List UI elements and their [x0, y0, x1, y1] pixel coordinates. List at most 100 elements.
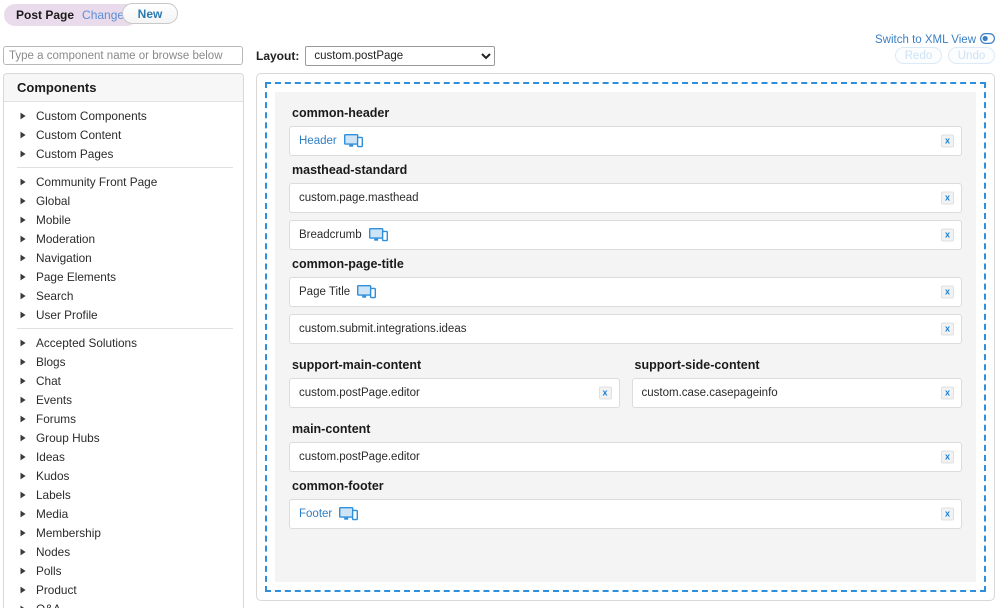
sidebar-item-label: Chat [36, 373, 61, 388]
component-name-label: Breadcrumb [299, 229, 362, 241]
sidebar-item-label: Product [36, 582, 77, 597]
sidebar-item-custom-components[interactable]: Custom Components [4, 106, 243, 125]
sidebar-item-navigation[interactable]: Navigation [4, 248, 243, 267]
layout-component-row[interactable]: Footer x [289, 499, 962, 529]
sidebar-item-polls[interactable]: Polls [4, 561, 243, 580]
change-page-link[interactable]: Change [82, 8, 124, 22]
layout-section-title: common-footer [292, 479, 384, 493]
layout-component-row[interactable]: Page Title x [289, 277, 962, 307]
sidebar-item-accepted-solutions[interactable]: Accepted Solutions [4, 333, 243, 352]
layout-section-title: support-main-content [292, 358, 422, 372]
sidebar-item-search[interactable]: Search [4, 286, 243, 305]
sidebar-item-mobile[interactable]: Mobile [4, 210, 243, 229]
chevron-right-icon [20, 197, 30, 205]
component-name-label[interactable]: Footer [299, 508, 332, 520]
layout-sections-container: common-header Header x masthead-standard cus… [275, 92, 976, 582]
sidebar-item-community-front-page[interactable]: Community Front Page [4, 172, 243, 191]
sidebar-item-label: Search [36, 288, 74, 303]
layout-component-row[interactable]: Breadcrumb x [289, 220, 962, 250]
chevron-right-icon [20, 150, 30, 158]
layout-component-row[interactable]: custom.postPage.editor x [289, 442, 962, 472]
sidebar-item-moderation[interactable]: Moderation [4, 229, 243, 248]
sidebar-item-label: Nodes [36, 544, 71, 559]
sidebar-item-blogs[interactable]: Blogs [4, 352, 243, 371]
sidebar-item-membership[interactable]: Membership [4, 523, 243, 542]
remove-component-button[interactable]: x [941, 285, 954, 299]
chevron-right-icon [20, 216, 30, 224]
split-section-column: support-side-content custom.case.casepage… [631, 351, 962, 415]
component-search-input[interactable] [3, 46, 243, 65]
sidebar-item-custom-content[interactable]: Custom Content [4, 125, 243, 144]
sidebar-item-label: Community Front Page [36, 174, 158, 189]
layout-drop-zone[interactable]: common-header Header x masthead-standard cus… [265, 82, 986, 592]
sidebar-item-ideas[interactable]: Ideas [4, 447, 243, 466]
layout-section-title: common-page-title [292, 257, 404, 271]
remove-component-button[interactable]: x [941, 228, 954, 242]
sidebar-item-events[interactable]: Events [4, 390, 243, 409]
sidebar-item-label: Custom Content [36, 127, 122, 142]
sidebar-item-nodes[interactable]: Nodes [4, 542, 243, 561]
components-panel-title: Components [4, 74, 243, 102]
top-toolbar: Post Page Change New [0, 0, 999, 30]
sidebar-item-media[interactable]: Media [4, 504, 243, 523]
layout-section-title: main-content [292, 422, 371, 436]
sidebar-item-global[interactable]: Global [4, 191, 243, 210]
sidebar-item-user-profile[interactable]: User Profile [4, 305, 243, 324]
chevron-right-icon [20, 339, 30, 347]
layout-component-row[interactable]: custom.submit.integrations.ideas x [289, 314, 962, 344]
layout-component-row[interactable]: custom.postPage.editor x [289, 378, 620, 408]
sidebar-item-label: Media [36, 506, 69, 521]
chevron-right-icon [20, 311, 30, 319]
sidebar-item-custom-pages[interactable]: Custom Pages [4, 144, 243, 163]
sidebar-item-label: Events [36, 392, 73, 407]
sidebar-divider [17, 167, 233, 168]
layout-component-row[interactable]: Header x [289, 126, 962, 156]
sidebar-item-label: Mobile [36, 212, 71, 227]
remove-component-button[interactable]: x [941, 322, 954, 336]
undo-button[interactable]: Undo [948, 47, 995, 64]
undo-redo-group: Redo Undo [895, 47, 995, 64]
sidebar-item-label: Custom Pages [36, 146, 114, 161]
layout-section-title: common-header [292, 106, 390, 120]
device-preview-icon [343, 134, 363, 148]
sidebar-item-labels[interactable]: Labels [4, 485, 243, 504]
layout-component-row[interactable]: custom.page.masthead x [289, 183, 962, 213]
components-sidebar: Components Custom Components Custom Conte… [3, 73, 244, 608]
redo-button[interactable]: Redo [895, 47, 942, 64]
sidebar-item-label: Custom Components [36, 108, 147, 123]
chevron-right-icon [20, 178, 30, 186]
sidebar-item-label: Q&A [30, 602, 61, 608]
sidebar-item-kudos[interactable]: Kudos [4, 466, 243, 485]
sidebar-item-product[interactable]: Product [4, 580, 243, 599]
remove-component-button[interactable]: x [941, 191, 954, 205]
layout-section-title: masthead-standard [292, 163, 408, 177]
sidebar-item-group-hubs[interactable]: Group Hubs [4, 428, 243, 447]
chevron-right-icon [20, 529, 30, 537]
page-type-badge: Post Page Change [4, 4, 139, 26]
sidebar-item-label: Group Hubs [36, 430, 100, 445]
component-name-label: custom.postPage.editor [299, 451, 420, 463]
remove-component-button[interactable]: x [941, 450, 954, 464]
sidebar-item-label: User Profile [36, 307, 98, 322]
chevron-right-icon [20, 377, 30, 385]
switch-to-xml-view-link[interactable]: Switch to XML View [875, 33, 996, 47]
split-section-column: support-main-content custom.postPage.edit… [289, 351, 620, 415]
chevron-right-icon [20, 358, 30, 366]
sidebar-item-q-a[interactable]: Q&A [4, 599, 243, 608]
chevron-right-icon [20, 112, 30, 120]
component-name-label[interactable]: Header [299, 135, 337, 147]
chevron-right-icon [20, 273, 30, 281]
remove-component-button[interactable]: x [941, 386, 954, 400]
remove-component-button[interactable]: x [598, 386, 612, 400]
sidebar-item-chat[interactable]: Chat [4, 371, 243, 390]
sidebar-item-forums[interactable]: Forums [4, 409, 243, 428]
layout-component-row[interactable]: custom.case.casepageinfo x [631, 378, 962, 408]
sidebar-item-label: Accepted Solutions [36, 335, 137, 350]
layout-select[interactable]: custom.postPage [305, 46, 496, 66]
layout-selector-group: Layout: custom.postPage [256, 46, 496, 66]
remove-component-button[interactable]: x [941, 134, 954, 148]
new-page-button[interactable]: New [122, 3, 178, 24]
sidebar-item-page-elements[interactable]: Page Elements [4, 267, 243, 286]
remove-component-button[interactable]: x [941, 507, 954, 521]
sidebar-item-label: Membership [36, 525, 101, 540]
